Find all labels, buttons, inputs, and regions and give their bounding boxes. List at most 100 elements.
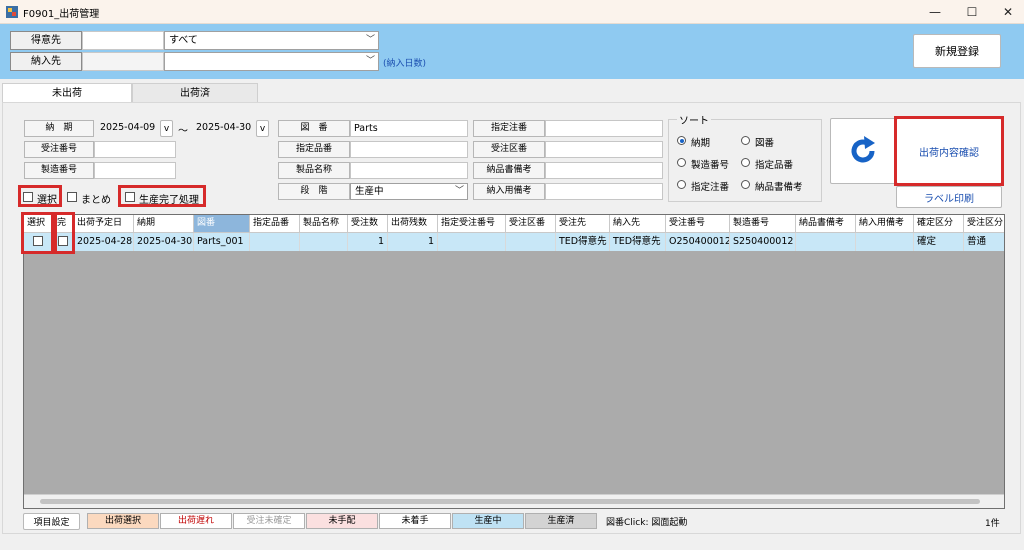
mfg-no-input[interactable] xyxy=(94,162,176,179)
group-checkbox[interactable] xyxy=(67,192,77,202)
grid-done-highlight xyxy=(54,212,75,254)
legend-ship-select: 出荷選択 xyxy=(87,513,159,529)
delivery-note-label: 納品書備考 xyxy=(473,162,545,179)
spec-order-input[interactable] xyxy=(545,120,663,137)
stage-select-value: 生産中 xyxy=(355,186,384,197)
table-row-confirm-type: 確定 xyxy=(914,233,964,251)
customer-label: 得意先 xyxy=(10,31,82,50)
confirm-highlight xyxy=(894,116,1004,186)
sort-label-mfg: 製造番号 xyxy=(691,160,730,171)
refresh-button[interactable] xyxy=(830,118,896,184)
select-checkbox[interactable] xyxy=(23,192,33,202)
mfg-no-label: 製造番号 xyxy=(24,162,94,179)
table-row-delivery-remark xyxy=(856,233,914,251)
legend-in-production: 生産中 xyxy=(452,513,524,529)
col-confirm-type[interactable]: 確定区分 xyxy=(914,215,964,233)
date-to-input[interactable]: 2025-04-30 xyxy=(193,120,256,137)
sort-radio-spec-item[interactable] xyxy=(741,158,750,167)
close-button[interactable]: ✕ xyxy=(993,2,1023,22)
delivery-remark-input[interactable] xyxy=(545,183,663,200)
delivery-code-input[interactable] xyxy=(82,52,164,71)
new-register-button[interactable]: 新規登録 xyxy=(913,34,1001,68)
table-row-order-type: 普通 xyxy=(964,233,1004,251)
table-row-drawing[interactable]: Parts_001 xyxy=(194,233,250,251)
date-range-tilde: ～ xyxy=(178,126,188,137)
legend-not-started: 未着手 xyxy=(379,513,451,529)
product-name-input[interactable] xyxy=(350,162,468,179)
column-settings-button[interactable]: 項目設定 xyxy=(23,513,80,530)
sort-label-drawing: 図番 xyxy=(755,138,775,149)
table-row-remaining: 1 xyxy=(388,233,438,251)
spec-order-label: 指定注番 xyxy=(473,120,545,137)
stage-select[interactable]: 生産中 ﹀ xyxy=(350,183,468,200)
delivery-days-note: (納入日数) xyxy=(383,59,427,69)
col-remaining[interactable]: 出荷残数 xyxy=(388,215,438,233)
customer-code-input[interactable] xyxy=(82,31,164,50)
spec-item-label: 指定品番 xyxy=(278,141,350,158)
col-ship-date[interactable]: 出荷予定日 xyxy=(74,215,134,233)
stage-label: 段 階 xyxy=(278,183,350,200)
col-product-name[interactable]: 製品名称 xyxy=(300,215,348,233)
title-bar: F0901_出荷管理 — ☐ ✕ xyxy=(0,0,1024,24)
sort-radio-mfg[interactable] xyxy=(677,158,686,167)
minimize-button[interactable]: — xyxy=(920,2,950,22)
shipment-grid: 選択 完 出荷予定日 納期 図番 指定品番 製品名称 受注数 出荷残数 指定受注… xyxy=(23,214,1005,509)
delivery-note-input[interactable] xyxy=(545,162,663,179)
record-count: 1件 xyxy=(985,519,1000,529)
tab-shipped[interactable]: 出荷済 xyxy=(132,83,258,103)
col-delivery[interactable]: 納入先 xyxy=(610,215,666,233)
col-mfg-no[interactable]: 製造番号 xyxy=(730,215,796,233)
delivery-label: 納入先 xyxy=(10,52,82,71)
table-row-due: 2025-04-30 xyxy=(134,233,194,251)
legend-produced: 生産済 xyxy=(525,513,597,529)
due-label: 納 期 xyxy=(24,120,94,137)
customer-select[interactable]: すべて ﹀ xyxy=(164,31,379,50)
date-to-picker[interactable]: v xyxy=(256,120,269,137)
legend-ship-late: 出荷遅れ xyxy=(160,513,232,529)
drawing-input[interactable]: Parts xyxy=(350,120,468,137)
order-no-input[interactable] xyxy=(94,141,176,158)
table-row-order-qty: 1 xyxy=(348,233,388,251)
date-from-input[interactable]: 2025-04-09 xyxy=(97,120,160,137)
scrollbar-thumb[interactable] xyxy=(40,499,980,504)
horizontal-scrollbar[interactable] xyxy=(24,494,1004,508)
drawing-click-hint: 図番Click: 図面起動 xyxy=(606,518,688,528)
col-order-div[interactable]: 受注区番 xyxy=(506,215,556,233)
maximize-button[interactable]: ☐ xyxy=(957,2,987,22)
table-row-order-div xyxy=(506,233,556,251)
sort-label-spec-item: 指定品番 xyxy=(755,160,794,171)
tab-unshipped[interactable]: 未出荷 xyxy=(2,83,132,103)
col-spec-item[interactable]: 指定品番 xyxy=(250,215,300,233)
window-title: F0901_出荷管理 xyxy=(23,9,100,20)
sort-radio-drawing[interactable] xyxy=(741,136,750,145)
label-print-button[interactable]: ラベル印刷 xyxy=(896,186,1002,208)
sort-radio-delivery-note[interactable] xyxy=(741,180,750,189)
col-order-no[interactable]: 受注番号 xyxy=(666,215,730,233)
sort-radio-spec-order[interactable] xyxy=(677,180,686,189)
refresh-icon xyxy=(851,136,875,163)
table-row-order-no: O250400012 xyxy=(666,233,730,251)
prod-done-checkbox[interactable] xyxy=(125,192,135,202)
table-row-ship-date: 2025-04-28 xyxy=(74,233,134,251)
col-order-qty[interactable]: 受注数 xyxy=(348,215,388,233)
chevron-down-icon: ﹀ xyxy=(365,35,375,45)
col-delivery-note[interactable]: 納品書備考 xyxy=(796,215,856,233)
group-checkbox-label: まとめ xyxy=(81,195,111,206)
chevron-down-icon: ﹀ xyxy=(454,186,464,196)
col-due[interactable]: 納期 xyxy=(134,215,194,233)
col-drawing[interactable]: 図番 xyxy=(194,215,250,233)
col-customer[interactable]: 受注先 xyxy=(556,215,610,233)
spec-item-input[interactable] xyxy=(350,141,468,158)
delivery-select[interactable]: ﹀ xyxy=(164,52,379,71)
table-row-spec-item xyxy=(250,233,300,251)
col-delivery-remark[interactable]: 納入用備考 xyxy=(856,215,914,233)
col-order-type[interactable]: 受注区分 xyxy=(964,215,1004,233)
col-spec-order-no[interactable]: 指定受注番号 xyxy=(438,215,506,233)
sort-label-due: 納期 xyxy=(691,138,711,149)
sort-radio-due[interactable] xyxy=(677,136,686,145)
select-checkbox-label: 選択 xyxy=(37,195,57,206)
table-row-mfg-no: S250400012 xyxy=(730,233,796,251)
product-name-label: 製品名称 xyxy=(278,162,350,179)
order-div-input[interactable] xyxy=(545,141,663,158)
date-from-picker[interactable]: v xyxy=(160,120,173,137)
